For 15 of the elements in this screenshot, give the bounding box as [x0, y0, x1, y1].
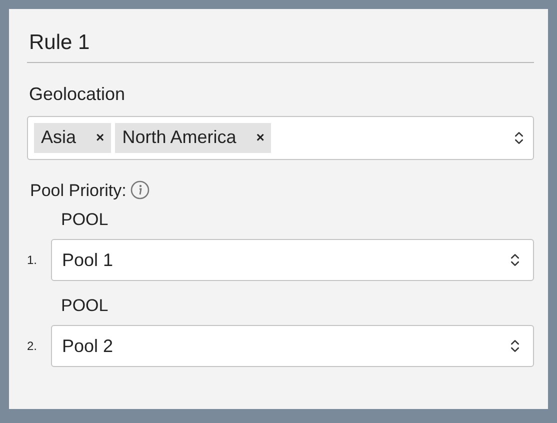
- priority-number: 2.: [27, 338, 38, 355]
- field-label: Geolocation: [29, 84, 126, 104]
- priority-number: 1.: [27, 252, 38, 269]
- rule-title: Rule 1: [29, 31, 90, 54]
- pool-select[interactable]: Pool 1: [51, 239, 534, 281]
- pool-label: POOL: [61, 210, 108, 229]
- pool-select[interactable]: Pool 2: [51, 325, 534, 367]
- tag-label: North America: [122, 126, 236, 149]
- remove-tag-button[interactable]: ×: [256, 127, 264, 148]
- info-icon[interactable]: [130, 180, 150, 200]
- pool-label: POOL: [61, 296, 108, 315]
- remove-tag-button[interactable]: ×: [96, 127, 104, 148]
- geolocation-multiselect[interactable]: Asia × North America ×: [27, 116, 534, 160]
- pool-priority-label: Pool Priority:: [30, 180, 126, 202]
- tag-label: Asia: [41, 126, 76, 149]
